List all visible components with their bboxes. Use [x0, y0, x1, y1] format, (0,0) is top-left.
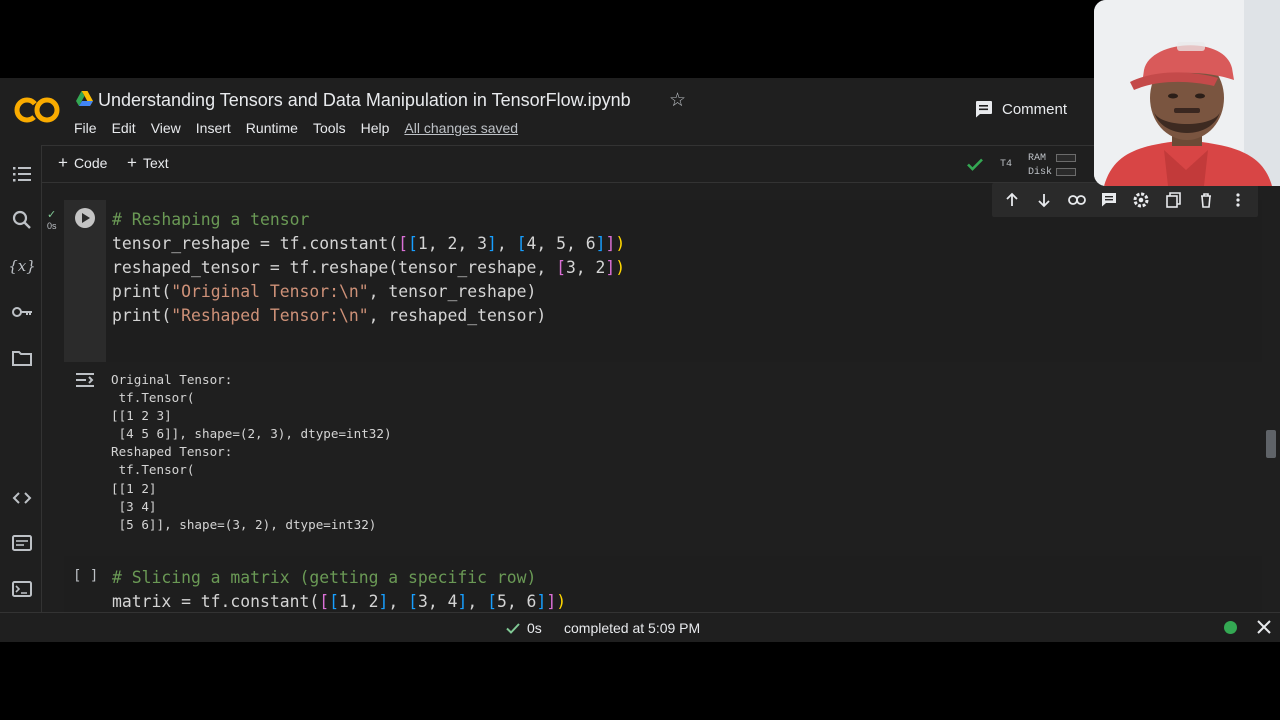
colab-window: Understanding Tensors and Data Manipulat… — [0, 78, 1280, 642]
add-code-label: Code — [73, 155, 108, 171]
status-bar: 0s completed at 5:09 PM — [0, 612, 1280, 642]
notebook-title[interactable]: Understanding Tensors and Data Manipulat… — [98, 90, 631, 111]
code-line: # Reshaping a tensor — [112, 210, 310, 229]
cell2-source[interactable]: # Slicing a matrix (getting a specific r… — [112, 566, 566, 614]
execution-time: 0s — [47, 221, 57, 231]
star-icon[interactable]: ☆ — [669, 89, 686, 112]
menu-help[interactable]: Help — [361, 120, 390, 136]
connected-check-icon — [967, 158, 983, 171]
run-cell-button[interactable] — [75, 208, 95, 228]
drive-icon — [76, 91, 93, 106]
menu-runtime[interactable]: Runtime — [246, 120, 298, 136]
code-line: tensor_reshape = tf.constant([[1, 2, 3],… — [112, 234, 626, 253]
comment-icon[interactable] — [1099, 190, 1119, 210]
menu-view[interactable]: View — [151, 120, 181, 136]
move-down-icon[interactable] — [1034, 190, 1054, 210]
add-text-button[interactable]: + Text — [127, 153, 169, 172]
output-actions-icon[interactable] — [74, 370, 98, 390]
plus-icon: + — [127, 153, 137, 172]
secrets-key-icon[interactable] — [10, 300, 34, 324]
command-palette-icon[interactable] — [10, 531, 34, 555]
menu-edit[interactable]: Edit — [112, 120, 136, 136]
ram-label: RAM — [1028, 152, 1047, 164]
variables-icon[interactable]: {x} — [10, 254, 34, 278]
terminal-icon[interactable] — [10, 577, 34, 601]
disk-label: Disk — [1028, 166, 1053, 178]
code-line: reshaped_tensor = tf.reshape(tensor_resh… — [112, 258, 626, 277]
move-up-icon[interactable] — [1002, 190, 1022, 210]
mirror-cell-icon[interactable] — [1163, 190, 1183, 210]
status-completed-text[interactable]: completed at 5:09 PM — [564, 620, 700, 636]
vertical-scrollbar[interactable] — [1266, 430, 1276, 458]
connection-status-dot — [1224, 621, 1237, 634]
cell1-output: Original Tensor: tf.Tensor( [[1 2 3] [4 … — [111, 372, 392, 532]
close-icon[interactable] — [1256, 619, 1272, 635]
cell1-source[interactable]: # Reshaping a tensor tensor_reshape = tf.… — [112, 208, 625, 328]
ram-bar — [1056, 154, 1077, 162]
add-code-button[interactable]: + Code — [58, 153, 108, 172]
menu-bar: File Edit View Insert Runtime Tools Help… — [74, 120, 518, 136]
cell-action-toolbar — [992, 183, 1258, 217]
disk-bar — [1056, 168, 1077, 176]
header: Understanding Tensors and Data Manipulat… — [0, 78, 1280, 145]
more-options-icon[interactable] — [1228, 190, 1248, 210]
code-line: matrix = tf.constant([[1, 2], [3, 4], [5… — [112, 592, 567, 611]
comment-button[interactable]: Comment — [974, 100, 1067, 118]
status-check-icon — [506, 623, 520, 634]
status-exec-time: 0s — [527, 620, 542, 636]
comment-icon — [976, 101, 992, 118]
link-icon[interactable] — [1067, 190, 1087, 210]
search-icon[interactable] — [10, 208, 34, 232]
resource-monitor[interactable]: RAM Disk — [1028, 151, 1077, 179]
presenter-video — [1094, 0, 1280, 186]
left-sidebar: {x} — [0, 145, 42, 642]
menu-tools[interactable]: Tools — [313, 120, 346, 136]
plus-icon: + — [58, 153, 68, 172]
code-snippets-icon[interactable] — [10, 486, 34, 510]
svg-text:{x}: {x} — [10, 257, 34, 275]
table-of-contents-icon[interactable] — [10, 162, 34, 186]
delete-trash-icon[interactable] — [1196, 190, 1216, 210]
save-status[interactable]: All changes saved — [404, 120, 518, 136]
code-line: # Slicing a matrix (getting a specific r… — [112, 568, 537, 587]
code-line: print("Original Tensor:\n", tensor_resha… — [112, 282, 537, 301]
colab-logo[interactable] — [14, 96, 60, 124]
execution-success-icon: ✓ — [47, 209, 57, 221]
files-folder-icon[interactable] — [10, 346, 34, 370]
cell-execution-count[interactable]: [ ] — [73, 568, 98, 584]
comment-label: Comment — [1002, 100, 1068, 118]
webcam-overlay — [1094, 0, 1280, 186]
runtime-type-label[interactable]: T4 — [1000, 159, 1012, 170]
menu-file[interactable]: File — [74, 120, 97, 136]
menu-insert[interactable]: Insert — [196, 120, 231, 136]
add-text-label: Text — [142, 155, 169, 171]
settings-gear-icon[interactable] — [1131, 190, 1151, 210]
code-line: print("Reshaped Tensor:\n", reshaped_ten… — [112, 306, 547, 325]
